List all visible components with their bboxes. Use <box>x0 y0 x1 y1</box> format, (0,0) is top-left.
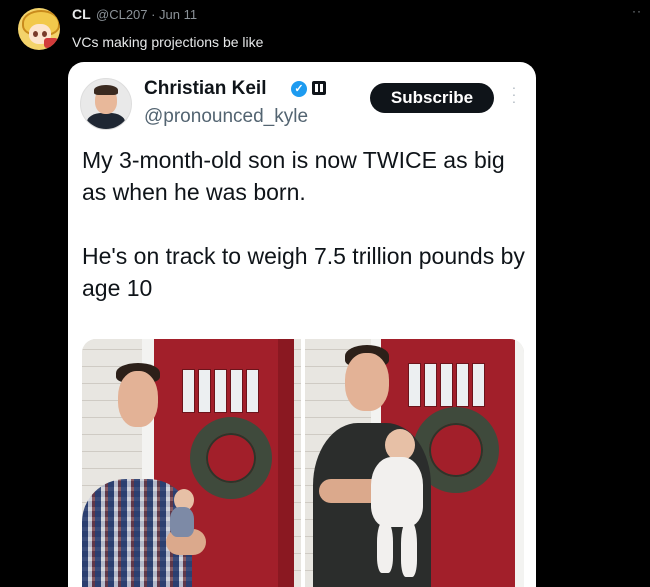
door-windows <box>408 363 485 407</box>
post-paragraph-2: He's on track to weigh 7.5 trillion poun… <box>82 243 525 301</box>
outer-author-name[interactable]: CL <box>72 6 91 22</box>
man-face <box>118 371 158 427</box>
door-trim <box>515 339 524 587</box>
man-face <box>345 353 389 411</box>
baby-leg <box>401 521 417 577</box>
more-options-icon[interactable]: ·· <box>632 4 642 18</box>
door-edge <box>278 339 294 587</box>
avatar-eye <box>42 31 47 37</box>
photo-left[interactable] <box>82 339 301 587</box>
avatar-hair <box>94 85 118 95</box>
baby-body <box>371 457 423 527</box>
outer-tweet-text: VCs making projections be like <box>72 34 264 50</box>
author-handle[interactable]: @pronounced_kyle <box>144 106 308 128</box>
subscribe-button[interactable]: Subscribe <box>370 83 494 113</box>
author-name[interactable]: Christian Keil <box>144 78 266 100</box>
post-spacer <box>82 208 532 240</box>
baby-leg <box>377 521 393 573</box>
author-avatar[interactable] <box>80 78 132 130</box>
wreath <box>190 417 272 499</box>
door-windows <box>182 369 259 413</box>
verified-badge-icon: ✓ <box>291 81 307 97</box>
outer-handle-date[interactable]: @CL207 · Jun 11 <box>96 7 197 22</box>
avatar-ribbon <box>44 38 58 48</box>
outer-avatar[interactable] <box>18 8 60 50</box>
post-paragraph-1: My 3-month-old son is now TWICE as big a… <box>82 147 505 205</box>
photo-right[interactable] <box>305 339 524 587</box>
baby-body <box>170 507 194 537</box>
post-text: My 3-month-old son is now TWICE as big a… <box>82 144 532 304</box>
vertical-more-icon[interactable]: · · · <box>510 80 518 108</box>
avatar-eye <box>33 31 38 37</box>
embedded-post-card: Christian Keil ✓ @pronounced_kyle Subscr… <box>68 62 536 587</box>
avatar-shirt <box>87 113 125 129</box>
org-badge-icon <box>312 81 326 95</box>
